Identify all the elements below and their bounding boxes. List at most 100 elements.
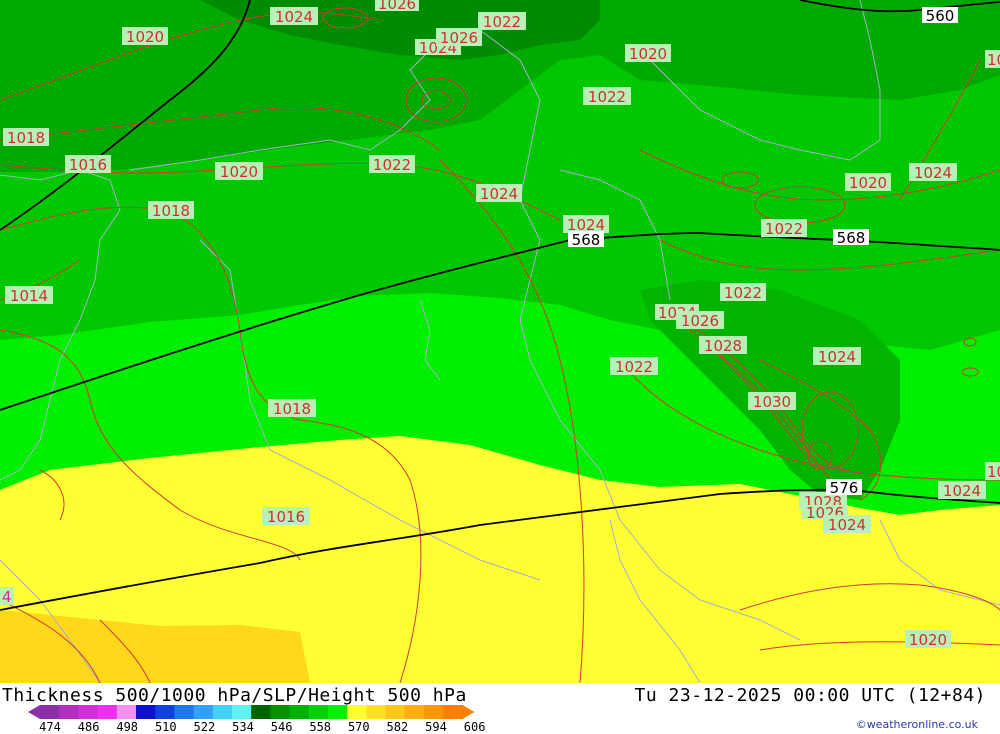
svg-text:1030: 1030 xyxy=(753,393,791,411)
legend-tick-label: 570 xyxy=(347,720,370,734)
source-credit[interactable]: ©weatheronline.co.uk xyxy=(856,718,978,731)
legend-swatch xyxy=(78,705,99,719)
svg-text:1024: 1024 xyxy=(480,185,518,203)
svg-text:1022: 1022 xyxy=(615,358,653,376)
svg-text:1024: 1024 xyxy=(818,348,856,366)
edge-label: 4 xyxy=(0,587,14,606)
slp-label: 1020 xyxy=(845,173,891,192)
height-label: 568 xyxy=(568,231,604,249)
color-scale-legend xyxy=(28,705,475,719)
slp-label: 1022 xyxy=(478,12,526,31)
legend-swatch xyxy=(443,705,463,719)
svg-text:1022: 1022 xyxy=(588,88,626,106)
slp-label: 1028 xyxy=(699,336,747,355)
slp-label: 1016 xyxy=(65,155,111,174)
svg-text:1022: 1022 xyxy=(765,220,803,238)
slp-label: 1022 xyxy=(610,357,658,376)
slp-label: 1020 xyxy=(122,27,168,46)
map-footer: Thickness 500/1000 hPa/SLP/Height 500 hP… xyxy=(0,683,1000,734)
slp-label: 1018 xyxy=(148,201,194,220)
svg-text:1020: 1020 xyxy=(629,45,667,63)
legend-swatch xyxy=(136,705,156,719)
svg-text:1024: 1024 xyxy=(275,8,313,26)
slp-label: 1026 xyxy=(676,311,724,330)
slp-label: 1026 xyxy=(375,0,419,13)
legend-swatch xyxy=(116,705,137,719)
legend-tick-label: 582 xyxy=(386,720,409,734)
legend-swatch xyxy=(59,705,79,719)
slp-label: 1026 xyxy=(985,50,1000,69)
svg-text:1026: 1026 xyxy=(378,0,416,13)
svg-text:1022: 1022 xyxy=(373,156,411,174)
svg-text:1018: 1018 xyxy=(152,202,190,220)
svg-text:1014: 1014 xyxy=(10,287,48,305)
svg-text:560: 560 xyxy=(926,7,955,25)
slp-label: 1020 xyxy=(215,162,263,181)
legend-arrow-right xyxy=(462,705,475,719)
legend-swatch xyxy=(385,705,406,719)
svg-text:1016: 1016 xyxy=(267,508,305,526)
slp-label: 1014 xyxy=(5,286,53,305)
slp-label: 1022 xyxy=(583,87,631,106)
svg-text:4: 4 xyxy=(2,588,12,606)
slp-label: 1030 xyxy=(748,392,796,411)
slp-label: 1024 xyxy=(476,184,522,203)
svg-text:1024: 1024 xyxy=(943,482,981,500)
slp-label: 1020 xyxy=(625,44,671,63)
legend-tick-label: 474 xyxy=(39,720,61,734)
legend-tick-label: 594 xyxy=(425,720,447,734)
legend-tick-label: 606 xyxy=(463,720,486,734)
slp-label: 1022 xyxy=(761,219,807,238)
height-label: 568 xyxy=(833,229,869,247)
svg-text:1020: 1020 xyxy=(220,163,258,181)
svg-text:1022: 1022 xyxy=(724,284,762,302)
legend-tick-label: 522 xyxy=(193,720,216,734)
svg-text:1020: 1020 xyxy=(909,631,947,649)
map-title: Thickness 500/1000 hPa/SLP/Height 500 hP… xyxy=(2,685,467,706)
legend-tick-label: 546 xyxy=(270,720,293,734)
slp-label: 1016 xyxy=(262,507,310,526)
svg-text:1022: 1022 xyxy=(483,13,521,31)
svg-text:1018: 1018 xyxy=(273,400,311,418)
legend-swatch xyxy=(404,705,425,719)
svg-text:1024: 1024 xyxy=(987,463,1000,481)
svg-text:1028: 1028 xyxy=(704,337,742,355)
slp-label: 1020 xyxy=(905,630,951,649)
legend-tick-label: 486 xyxy=(77,720,100,734)
slp-label: 1024 xyxy=(938,481,986,500)
slp-label: 1024 xyxy=(985,462,1000,481)
slp-label: 1024 xyxy=(909,163,957,182)
svg-text:1026: 1026 xyxy=(440,29,478,47)
svg-text:568: 568 xyxy=(837,229,866,247)
svg-text:568: 568 xyxy=(572,231,601,249)
slp-label: 1024 xyxy=(270,7,318,26)
legend-swatch xyxy=(328,705,348,719)
svg-text:1026: 1026 xyxy=(987,51,1000,69)
height-label: 576 xyxy=(826,479,862,497)
svg-text:576: 576 xyxy=(830,479,859,497)
weather-map: 1024 1026 1022 1020 1024 1026 1020 1022 … xyxy=(0,0,1000,683)
legend-tick-label: 534 xyxy=(232,720,254,734)
svg-text:1018: 1018 xyxy=(7,129,45,147)
legend-swatch xyxy=(308,705,329,719)
svg-text:1020: 1020 xyxy=(126,28,164,46)
legend-swatch xyxy=(174,705,195,719)
legend-tick-label: 558 xyxy=(309,720,332,734)
slp-label: 1024 xyxy=(813,347,861,366)
legend-swatch xyxy=(270,705,291,719)
valid-datetime: Tu 23-12-2025 00:00 UTC (12+84) xyxy=(634,685,986,706)
svg-text:1020: 1020 xyxy=(849,174,887,192)
legend-swatch xyxy=(251,705,271,719)
height-label: 560 xyxy=(922,7,958,25)
slp-label: 1022 xyxy=(369,155,415,174)
slp-label: 1024 xyxy=(823,515,871,534)
legend-swatch xyxy=(193,705,214,719)
svg-text:1016: 1016 xyxy=(69,156,107,174)
legend-swatch xyxy=(155,705,175,719)
legend-swatch xyxy=(289,705,310,719)
legend-tick-labels: 474 486 498 510 522 534 546 558 570 582 594 606 xyxy=(30,720,510,734)
legend-swatch xyxy=(366,705,387,719)
legend-tick-label: 498 xyxy=(116,720,139,734)
slp-label: 1018 xyxy=(268,399,316,418)
svg-text:1024: 1024 xyxy=(828,516,866,534)
